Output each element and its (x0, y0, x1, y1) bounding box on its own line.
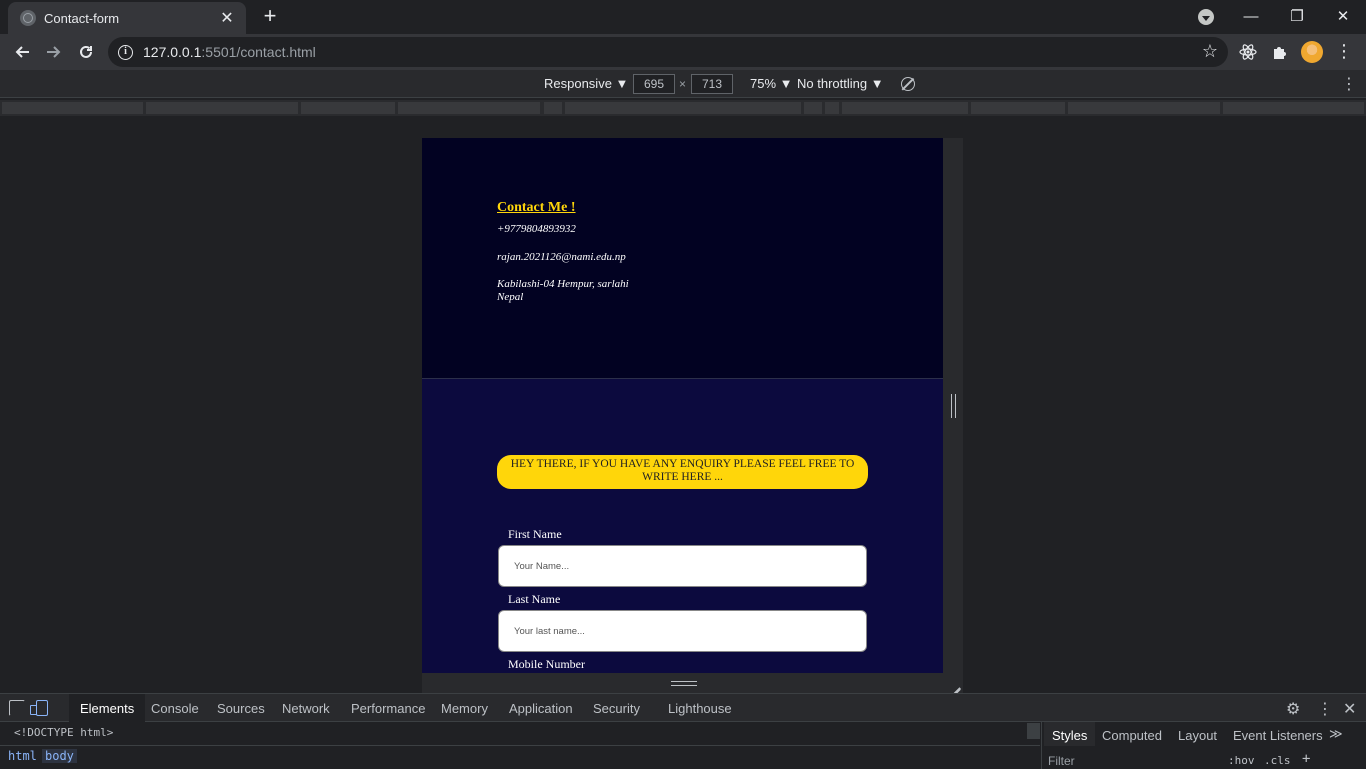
height-resize-handle[interactable] (671, 681, 697, 686)
tab-styles[interactable]: Styles (1044, 722, 1096, 746)
tab-title: Contact-form (44, 10, 120, 26)
contact-info-section: Contact Me ! +9779804893932 rajan.202112… (422, 138, 943, 379)
email-address: rajan.2021126@nami.edu.np (497, 251, 626, 263)
device-toolbar: Responsive ▼ 695 × 713 75% ▼ No throttli… (0, 70, 1366, 98)
hover-state-toggle[interactable]: :hov (1228, 754, 1255, 767)
tab-computed[interactable]: Computed (1102, 728, 1162, 743)
inspect-element-icon[interactable] (9, 700, 25, 716)
width-resize-handle[interactable] (951, 394, 956, 418)
elements-scrollbar[interactable] (1027, 723, 1040, 739)
viewport-height-input[interactable]: 713 (691, 74, 733, 94)
class-toggle[interactable]: .cls (1264, 754, 1291, 767)
address-line-2: Nepal (497, 291, 524, 303)
tab-network[interactable]: Network (282, 701, 330, 716)
viewport-bottom-edge (422, 673, 963, 693)
new-tab-button[interactable]: + (258, 5, 282, 28)
tab-console[interactable]: Console (151, 701, 199, 716)
tab-application[interactable]: Application (509, 701, 573, 716)
devtools-tab-bar: Elements Console Sources Network Perform… (0, 694, 1366, 722)
tab-event-listeners[interactable]: Event Listeners (1233, 728, 1323, 743)
styles-filter-input[interactable]: Filter (1048, 754, 1075, 768)
more-tabs-icon[interactable]: ≫ (1329, 726, 1343, 742)
tab-memory[interactable]: Memory (441, 701, 488, 716)
close-window-button[interactable]: ✕ (1320, 0, 1366, 32)
restore-button[interactable]: ❐ (1274, 0, 1320, 32)
dimension-separator: × (679, 77, 687, 91)
device-select[interactable]: Responsive ▼ (544, 76, 628, 91)
media-query-ruler[interactable] (0, 100, 1366, 116)
device-toggle-icon[interactable] (30, 700, 48, 716)
browser-menu-icon[interactable]: ⋮ (1334, 42, 1354, 62)
url-host: 127.0.0.1 (143, 44, 202, 60)
back-icon[interactable] (10, 40, 34, 64)
url-path: :5501/contact.html (201, 44, 316, 60)
viewport-width-input[interactable]: 695 (633, 74, 675, 94)
devtools-menu-icon[interactable]: ⋮ (1317, 699, 1333, 719)
address-line-1: Kabilashi-04 Hempur, sarlahi (497, 278, 629, 290)
breadcrumb-html[interactable]: html (5, 749, 40, 763)
tab-layout[interactable]: Layout (1178, 728, 1217, 743)
first-name-label: First Name (508, 527, 562, 541)
tab-search-icon[interactable] (1198, 9, 1214, 25)
add-rule-button[interactable]: + (1302, 751, 1310, 767)
tab-performance[interactable]: Performance (351, 701, 425, 716)
globe-icon (20, 10, 36, 26)
tab-sources[interactable]: Sources (217, 701, 265, 716)
browser-toolbar: i 127.0.0.1:5501/contact.html ☆ ⋮ (0, 34, 1366, 70)
devtools-panel: Elements Console Sources Network Perform… (0, 693, 1366, 769)
browser-tab[interactable]: Contact-form ✕ (8, 2, 246, 34)
extensions-puzzle-icon[interactable] (1269, 41, 1291, 63)
last-name-input[interactable] (498, 610, 867, 652)
bookmark-star-icon[interactable]: ☆ (1202, 41, 1218, 62)
doctype-node[interactable]: <!DOCTYPE html> (14, 726, 113, 739)
settings-gear-icon[interactable]: ⚙ (1286, 699, 1300, 719)
zoom-select[interactable]: 75% ▼ (750, 76, 793, 91)
react-devtools-icon[interactable] (1237, 41, 1259, 63)
contact-heading: Contact Me ! (497, 200, 576, 215)
address-bar[interactable]: i 127.0.0.1:5501/contact.html ☆ (108, 37, 1228, 67)
throttling-select[interactable]: No throttling ▼ (797, 76, 884, 91)
tab-strip: Contact-form ✕ + — ❐ ✕ (0, 0, 1366, 34)
tab-close-icon[interactable]: ✕ (218, 8, 236, 28)
profile-avatar[interactable] (1301, 41, 1323, 63)
rotate-icon[interactable] (901, 77, 915, 91)
viewport-right-edge (943, 138, 963, 673)
breadcrumb-body[interactable]: body (42, 749, 77, 763)
reload-icon[interactable] (74, 40, 98, 64)
breadcrumb: html body (0, 745, 1040, 767)
tab-security[interactable]: Security (593, 701, 640, 716)
last-name-label: Last Name (508, 592, 561, 606)
tab-lighthouse[interactable]: Lighthouse (668, 701, 732, 716)
tab-elements[interactable]: Elements (69, 694, 146, 722)
enquiry-banner: HEY THERE, IF YOU HAVE ANY ENQUIRY PLEAS… (497, 455, 868, 489)
styles-pane: Styles Computed Layout Event Listeners ≫… (1041, 722, 1366, 769)
mobile-number-label: Mobile Number (508, 657, 585, 671)
site-info-icon[interactable]: i (118, 44, 133, 60)
emulated-page: Contact Me ! +9779804893932 rajan.202112… (422, 138, 943, 673)
minimize-button[interactable]: — (1228, 0, 1274, 32)
forward-icon[interactable] (42, 40, 66, 64)
corner-resize-handle[interactable] (946, 677, 960, 691)
device-toolbar-menu-icon[interactable]: ⋮ (1341, 74, 1357, 94)
first-name-input[interactable] (498, 545, 867, 587)
phone-number: +9779804893932 (497, 223, 576, 235)
devtools-close-icon[interactable]: ✕ (1343, 699, 1356, 719)
